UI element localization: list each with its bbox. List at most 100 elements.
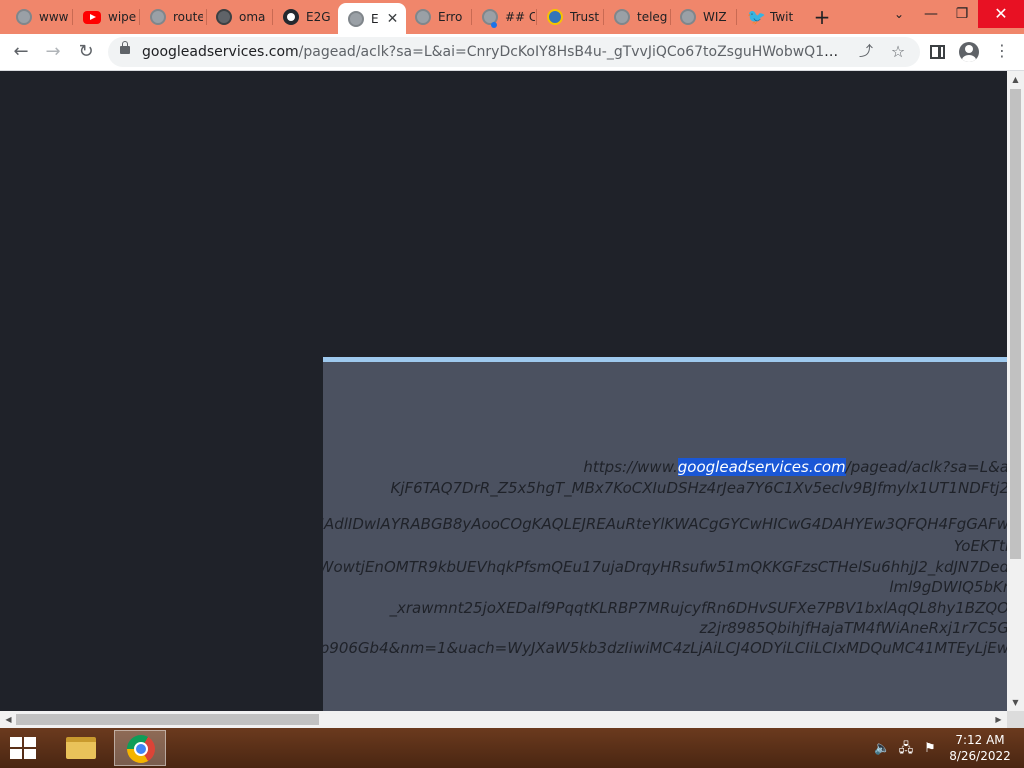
scroll-up-arrow-icon[interactable]: ▲: [1007, 71, 1024, 88]
browser-tab[interactable]: E2G: [273, 3, 337, 31]
close-window-button[interactable]: ✕: [978, 0, 1024, 28]
highlighted-domain: googleadservices.com: [677, 458, 846, 476]
browser-tab[interactable]: route: [140, 3, 206, 31]
restore-button[interactable]: ❐: [945, 0, 979, 28]
tab-title: E: [371, 11, 379, 26]
url-text: /pagead/aclk?sa=L&a: [845, 458, 1007, 476]
tab-title: wipe: [108, 10, 137, 24]
url-text-line: lml9gDWIQ5bKr: [889, 578, 1007, 596]
tab-title: Trust: [570, 10, 600, 24]
scroll-right-arrow-icon[interactable]: ▶: [990, 711, 1007, 728]
url-path: /pagead/aclk?sa=L&ai=CnryDcKoIY8HsB4u-_g…: [298, 44, 847, 60]
tab-title: teleg: [637, 10, 667, 24]
horizontal-scroll-thumb[interactable]: [16, 714, 319, 725]
dark-globe-icon: [216, 9, 232, 25]
network-icon[interactable]: 🖧: [898, 741, 914, 757]
tab-title: Twit: [770, 10, 794, 24]
volume-muted-icon[interactable]: 🔈: [874, 741, 890, 757]
url-text: _xrawmnt25joXEDalf9PqqtKLRBP7MRujcyfRn6D…: [389, 599, 1008, 617]
url-text: YoEKTtl: [953, 537, 1007, 555]
windows-taskbar: 🔈 🖧 ⚑ 7:12 AM 8/26/2022: [0, 728, 1024, 768]
redirect-url-panel: https://www.googleadservices.com/pagead/…: [323, 357, 1007, 711]
lock-icon[interactable]: [120, 41, 130, 54]
url-text-line: https://www.googleadservices.com/pagead/…: [583, 458, 1007, 476]
url-text-line: xAtgHAdlIDwIAYRABGB8yAooCOgKAQLEJREAuRte…: [323, 515, 1007, 533]
browser-tab[interactable]: ## C: [472, 3, 536, 31]
url-text-line: _xrawmnt25joXEDalf9PqqtKLRBP7MRujcyfRn6D…: [390, 599, 1008, 617]
chrome-icon: [127, 735, 155, 763]
url-text-line: KjF6TAQ7DrR_Z5x5hgT_MBx7KoCXIuDSHz4rJea7…: [390, 479, 1007, 497]
github-icon: [283, 9, 299, 25]
url-text: https://www.: [583, 458, 678, 476]
system-clock[interactable]: 7:12 AM 8/26/2022: [944, 732, 1016, 764]
vertical-scroll-thumb[interactable]: [1010, 89, 1021, 559]
tab-title: WIZ: [703, 10, 727, 24]
globe-icon: [348, 10, 364, 27]
back-button[interactable]: ←: [8, 39, 34, 65]
windows-logo-pane: [24, 737, 36, 747]
url-text-line: YoEKTtl: [954, 537, 1007, 555]
globe-icon: [680, 9, 696, 25]
url-text: xAtgHAdlIDwIAYRABGB8yAooCOgKAQLEJREAuRte…: [323, 515, 1007, 533]
browser-tab[interactable]: E ✕: [338, 3, 406, 34]
forward-button[interactable]: →: [40, 39, 66, 65]
windows-logo-pane: [10, 749, 22, 759]
bookmark-star-icon[interactable]: ☆: [888, 42, 908, 62]
browser-tab[interactable]: wipe: [73, 3, 139, 31]
globe-icon: [150, 9, 166, 25]
trust-wallet-icon: [547, 9, 563, 25]
tab-title: route: [173, 10, 203, 24]
clock-date: 8/26/2022: [949, 749, 1011, 763]
url-text: lml9gDWIQ5bKr: [889, 578, 1007, 596]
close-tab-icon[interactable]: ✕: [387, 11, 399, 27]
start-button[interactable]: [10, 737, 38, 761]
browser-tab[interactable]: oma: [206, 3, 272, 31]
minimize-button[interactable]: —: [914, 0, 948, 28]
windows-logo-icon: [10, 737, 22, 747]
taskbar-chrome[interactable]: [114, 730, 166, 766]
browser-tab[interactable]: WIZ: [670, 3, 736, 31]
twitter-icon: 🐦: [747, 8, 766, 26]
browser-tab[interactable]: www: [6, 3, 72, 31]
browser-toolbar: ← → ↻ googleadservices.com/pagead/aclk?s…: [0, 34, 1024, 71]
tab-strip: www wipe route oma E2G E ✕ Erro ## C Trust teleg WI…: [0, 0, 1024, 34]
side-panel-icon[interactable]: [930, 45, 945, 59]
tab-title: www: [39, 10, 69, 24]
reload-button[interactable]: ↻: [73, 39, 99, 65]
tab-search-chevron-icon[interactable]: ⌄: [890, 7, 908, 25]
folder-icon: [66, 737, 96, 759]
scroll-left-arrow-icon[interactable]: ◀: [0, 711, 17, 728]
scrollbar-corner: [1007, 711, 1024, 728]
address-url[interactable]: googleadservices.com/pagead/aclk?sa=L&ai…: [142, 44, 847, 60]
url-host: googleadservices.com: [142, 44, 299, 60]
taskbar-file-explorer[interactable]: [54, 730, 106, 766]
url-text: z2jr8985QbihjfHajaTM4fWiAneRxj1r7C5G: [699, 619, 1008, 637]
browser-tab[interactable]: 🐦 Twit: [737, 3, 803, 31]
globe-icon: [415, 9, 431, 25]
globe-icon: [614, 9, 630, 25]
horizontal-scrollbar[interactable]: ◀ ▶: [0, 711, 1007, 728]
browser-tab[interactable]: Trust: [537, 3, 603, 31]
tab-audio-indicator: [491, 22, 497, 28]
new-tab-button[interactable]: +: [811, 5, 833, 29]
action-center-flag-icon[interactable]: ⚑: [922, 741, 938, 757]
windows-logo-pane: [24, 749, 36, 759]
scroll-down-arrow-icon[interactable]: ▼: [1007, 694, 1024, 711]
profile-avatar-icon[interactable]: [959, 42, 979, 62]
tab-title: Erro: [438, 10, 463, 24]
vertical-scrollbar[interactable]: ▲ ▼: [1007, 71, 1024, 711]
page-viewport: https://www.googleadservices.com/pagead/…: [0, 71, 1007, 711]
clock-time: 7:12 AM: [955, 733, 1005, 747]
browser-tab[interactable]: Erro: [405, 3, 471, 31]
tab-title: oma: [239, 10, 266, 24]
url-text-line: 60qJp906Gb4&nm=1&uach=WyJXaW5kb3dzIiwiMC…: [323, 639, 1007, 657]
url-text-line: z2jr8985QbihjfHajaTM4fWiAneRxj1r7C5G: [700, 619, 1008, 637]
more-menu-icon[interactable]: ⋮: [992, 41, 1012, 61]
browser-tab[interactable]: teleg: [604, 3, 670, 31]
address-bar[interactable]: googleadservices.com/pagead/aclk?sa=L&ai…: [108, 37, 920, 67]
youtube-icon: [83, 10, 101, 24]
url-text: 60qJp906Gb4&nm=1&uach=WyJXaW5kb3dzIiwiMC…: [323, 639, 1007, 657]
url-text-line: 9sKGWowtjEnOMTR9kbUEVhqkPfsmQEu17ujaDrqy…: [323, 558, 1007, 576]
url-text: KjF6TAQ7DrR_Z5x5hgT_MBx7KoCXIuDSHz4rJea7…: [390, 479, 1007, 497]
share-icon[interactable]: ⤴: [856, 42, 876, 62]
